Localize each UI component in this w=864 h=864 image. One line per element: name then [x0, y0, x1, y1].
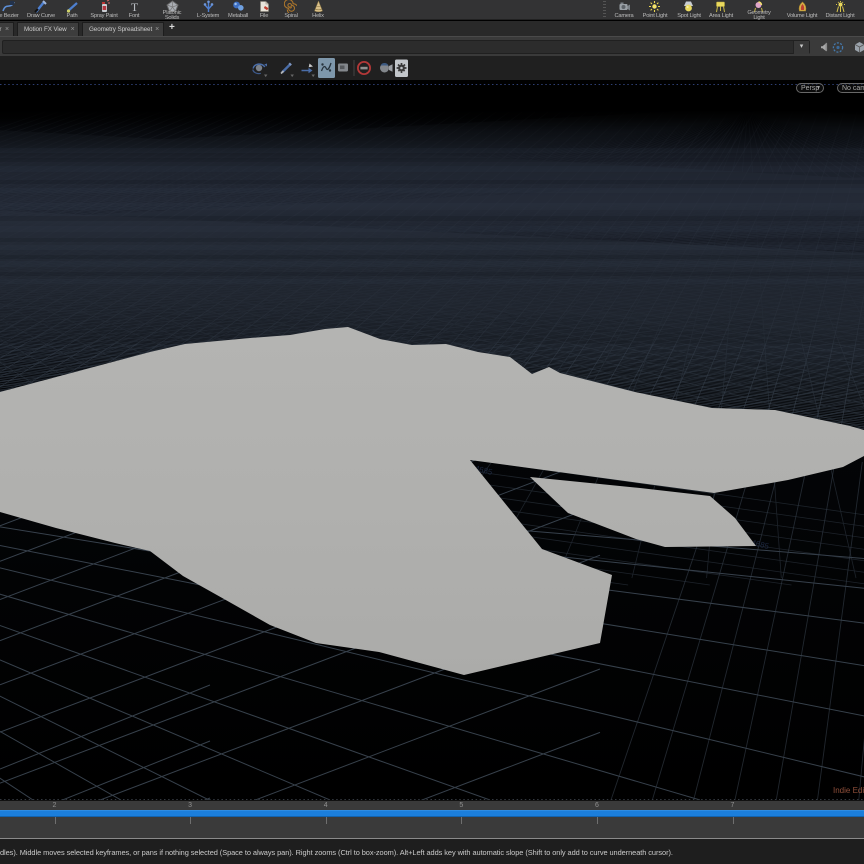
svg-text:T: T [131, 0, 139, 13]
